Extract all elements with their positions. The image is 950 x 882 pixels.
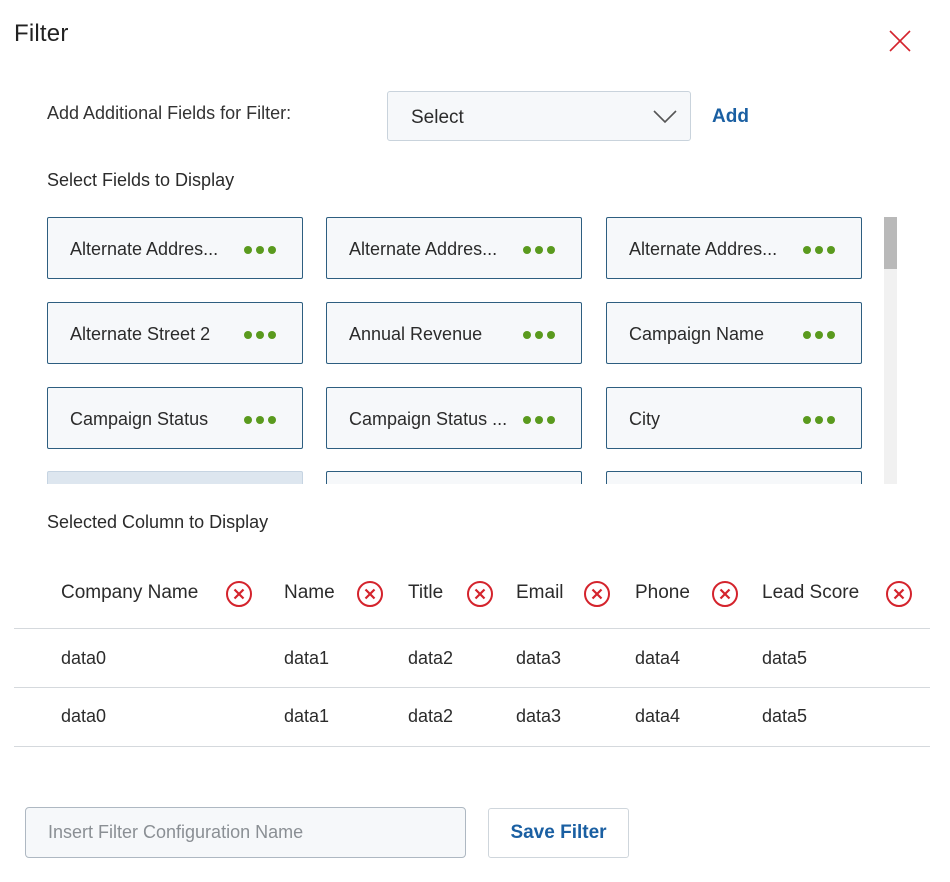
column-header: Company Name [61, 582, 199, 603]
field-card-label: City [629, 409, 660, 429]
remove-column-icon[interactable] [356, 580, 384, 608]
table-cell: data2 [408, 706, 454, 726]
fields-scrollbar[interactable] [884, 217, 897, 484]
more-options-icon[interactable] [523, 416, 555, 424]
field-card[interactable]: Campaign Status ... [326, 387, 582, 449]
column-header: Title [408, 582, 444, 603]
field-card[interactable] [47, 471, 303, 484]
table-divider [14, 628, 930, 629]
remove-column-icon[interactable] [466, 580, 494, 608]
field-card[interactable]: Alternate Addres... [326, 217, 582, 279]
more-options-icon[interactable] [523, 331, 555, 339]
field-card-label: Campaign Name [629, 324, 765, 344]
filter-config-name-input[interactable] [25, 807, 466, 858]
close-icon[interactable] [886, 27, 914, 55]
field-card[interactable]: Alternate Addres... [47, 217, 303, 279]
field-card[interactable] [326, 471, 582, 484]
table-cell: data0 [61, 706, 107, 726]
remove-column-icon[interactable] [583, 580, 611, 608]
remove-column-icon[interactable] [711, 580, 739, 608]
column-header: Email [516, 582, 564, 603]
save-filter-button[interactable]: Save Filter [488, 808, 629, 858]
remove-column-icon[interactable] [885, 580, 913, 608]
field-card-label: Campaign Status [70, 409, 209, 429]
table-divider [14, 746, 930, 747]
more-options-icon[interactable] [244, 416, 276, 424]
table-cell: data5 [762, 706, 808, 726]
more-options-icon[interactable] [523, 246, 555, 254]
chevron-down-icon [653, 110, 677, 124]
table-cell: data4 [635, 706, 681, 726]
more-options-icon[interactable] [803, 331, 835, 339]
more-options-icon[interactable] [803, 416, 835, 424]
remove-column-icon[interactable] [225, 580, 253, 608]
table-cell: data0 [61, 648, 107, 668]
field-card-label: Alternate Street 2 [70, 324, 211, 344]
more-options-icon[interactable] [244, 246, 276, 254]
table-cell: data5 [762, 648, 808, 668]
page-title: Filter [14, 20, 69, 47]
table-cell: data1 [284, 706, 330, 726]
select-value: Select [411, 107, 464, 128]
table-cell: data1 [284, 648, 330, 668]
field-card[interactable]: Alternate Street 2 [47, 302, 303, 364]
table-cell: data4 [635, 648, 681, 668]
field-card[interactable] [606, 471, 862, 484]
more-options-icon[interactable] [244, 331, 276, 339]
table-cell: data3 [516, 648, 562, 668]
field-card[interactable]: Alternate Addres... [606, 217, 862, 279]
field-card-label: Campaign Status ... [349, 409, 508, 429]
table-cell: data3 [516, 706, 562, 726]
more-options-icon[interactable] [803, 246, 835, 254]
field-card-label: Alternate Addres... [629, 239, 778, 259]
table-divider [14, 687, 930, 688]
table-cell: data2 [408, 648, 454, 668]
field-card[interactable]: City [606, 387, 862, 449]
fields-grid: Alternate Addres... Alternate Addres... … [47, 217, 897, 484]
scrollbar-thumb[interactable] [884, 217, 897, 269]
field-card-label: Alternate Addres... [70, 239, 219, 259]
column-header: Lead Score [762, 582, 860, 603]
additional-fields-label: Add Additional Fields for Filter: [47, 103, 292, 123]
field-card-label: Alternate Addres... [349, 239, 498, 259]
columns-section-title: Selected Column to Display [47, 512, 269, 532]
add-field-link[interactable]: Add [712, 106, 749, 128]
field-card[interactable]: Annual Revenue [326, 302, 582, 364]
field-card-label: Annual Revenue [349, 324, 483, 344]
additional-fields-select[interactable]: Select [387, 91, 691, 141]
field-card[interactable]: Campaign Status [47, 387, 303, 449]
fields-section-title: Select Fields to Display [47, 170, 235, 190]
column-header: Name [284, 582, 335, 603]
field-card[interactable]: Campaign Name [606, 302, 862, 364]
column-header: Phone [635, 582, 690, 603]
